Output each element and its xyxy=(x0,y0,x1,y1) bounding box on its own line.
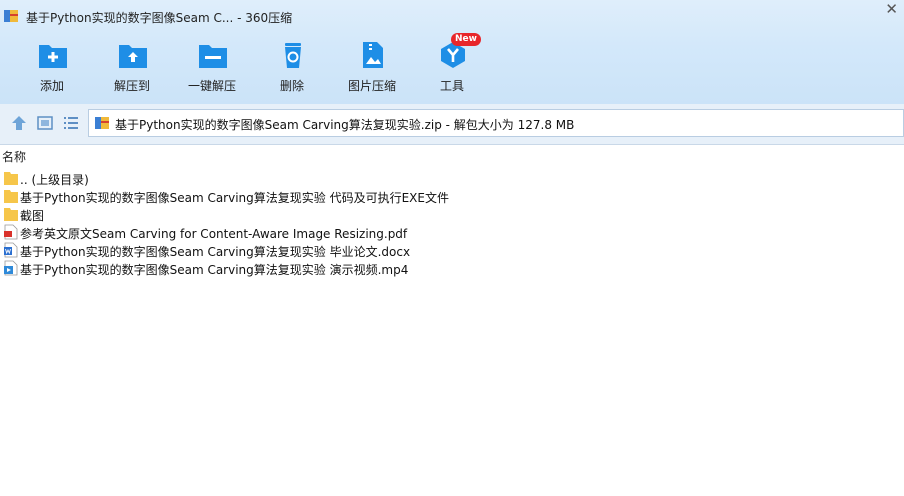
list-view-icon[interactable] xyxy=(62,114,80,132)
list-item[interactable]: 截图 xyxy=(0,205,904,223)
top-region: 基于Python实现的数字图像Seam C... - 360压缩 ✕ 添加 解压… xyxy=(0,0,904,104)
toolbar: 添加 解压到 一键解压 删除 图片压缩 工具 New xyxy=(0,33,904,100)
one-click-extract-label: 一键解压 xyxy=(187,79,236,93)
item-name: .. (上级目录) xyxy=(20,173,89,187)
video-file-icon xyxy=(4,260,18,276)
up-arrow-icon[interactable] xyxy=(10,114,28,132)
image-compress-icon xyxy=(363,42,383,68)
pdf-file-icon xyxy=(4,224,18,240)
archive-app-icon xyxy=(4,10,18,22)
word-file-icon xyxy=(4,242,18,258)
one-click-extract-button[interactable]: 一键解压 xyxy=(172,36,252,96)
thumbnail-view-icon[interactable] xyxy=(36,114,54,132)
list-item[interactable]: .. (上级目录) xyxy=(0,169,904,187)
folder-add-icon xyxy=(39,45,67,68)
folder-icon xyxy=(4,190,18,203)
recycle-bin-icon xyxy=(285,43,301,68)
address-bar[interactable]: 基于Python实现的数字图像Seam Carving算法复现实验.zip - … xyxy=(88,109,904,137)
folder-icon xyxy=(4,208,18,221)
delete-label: 删除 xyxy=(279,79,304,93)
item-name: 参考英文原文Seam Carving for Content-Aware Ima… xyxy=(20,227,408,241)
zip-file-icon xyxy=(95,117,109,129)
image-compress-label: 图片压缩 xyxy=(347,79,396,93)
file-rows: .. (上级目录) 基于Python实现的数字图像Seam Carving算法复… xyxy=(0,169,904,277)
list-item[interactable]: 基于Python实现的数字图像Seam Carving算法复现实验 代码及可执行… xyxy=(0,187,904,205)
item-name: 截图 xyxy=(20,209,45,223)
window-title: 基于Python实现的数字图像Seam C... - 360压缩 xyxy=(26,11,293,25)
list-item[interactable]: 参考英文原文Seam Carving for Content-Aware Ima… xyxy=(0,223,904,241)
title-bar: 基于Python实现的数字图像Seam C... - 360压缩 ✕ xyxy=(0,0,904,32)
extract-to-label: 解压到 xyxy=(113,79,150,93)
folder-icon xyxy=(4,172,18,185)
image-compress-button[interactable]: 图片压缩 xyxy=(332,36,412,96)
add-label: 添加 xyxy=(39,79,64,93)
item-name: 基于Python实现的数字图像Seam Carving算法复现实验 代码及可执行… xyxy=(20,191,449,205)
list-item[interactable]: 基于Python实现的数字图像Seam Carving算法复现实验 演示视频.m… xyxy=(0,259,904,277)
delete-button[interactable]: 删除 xyxy=(252,36,332,96)
item-name: 基于Python实现的数字图像Seam Carving算法复现实验 演示视频.m… xyxy=(20,263,409,277)
tools-button[interactable]: 工具 xyxy=(412,36,492,96)
item-name: 基于Python实现的数字图像Seam Carving算法复现实验 毕业论文.d… xyxy=(20,245,411,259)
tools-label: 工具 xyxy=(439,79,464,93)
close-icon[interactable]: ✕ xyxy=(885,2,898,17)
new-badge: New xyxy=(451,33,481,46)
address-text: 基于Python实现的数字图像Seam Carving算法复现实验.zip - … xyxy=(115,118,575,132)
address-row: 基于Python实现的数字图像Seam Carving算法复现实验.zip - … xyxy=(0,104,904,145)
app-window: 基于Python实现的数字图像Seam C... - 360压缩 ✕ 添加 解压… xyxy=(0,0,904,496)
add-button[interactable]: 添加 xyxy=(12,36,92,96)
list-item[interactable]: 基于Python实现的数字图像Seam Carving算法复现实验 毕业论文.d… xyxy=(0,241,904,259)
extract-to-button[interactable]: 解压到 xyxy=(92,36,172,96)
folder-oneclick-extract-icon xyxy=(199,45,227,68)
column-header-name[interactable]: 名称 xyxy=(2,148,26,165)
folder-extract-icon xyxy=(119,45,147,68)
file-list: 名称 .. (上级目录) 基于Python实现的数字图像Seam Carving… xyxy=(0,145,904,496)
